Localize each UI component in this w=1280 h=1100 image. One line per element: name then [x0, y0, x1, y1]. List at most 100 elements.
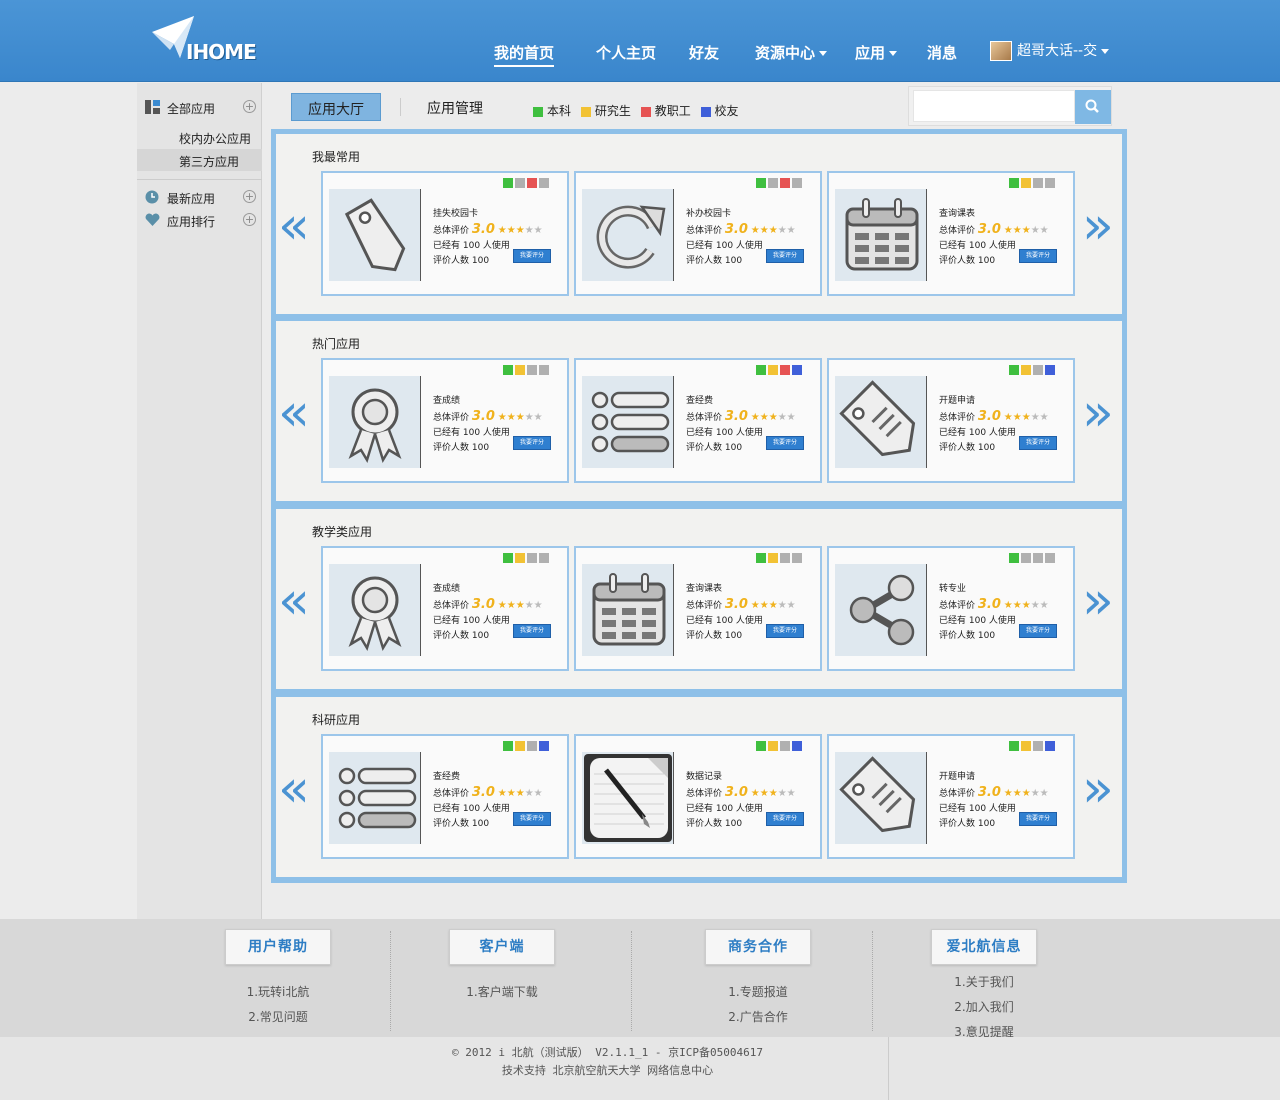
star-rating-icon: ★★★★★: [497, 412, 543, 423]
next-arrow-icon[interactable]: »: [1082, 387, 1114, 439]
app-card[interactable]: 查询课表 总体评价 3.0 ★★★★★ 已经有 100 人使用 评价人数 100 我要评…: [574, 546, 822, 671]
rating-label: 总体评价: [939, 226, 976, 236]
nav-apps-label: 应用: [855, 44, 886, 62]
audience-dot: [1021, 741, 1031, 751]
sidebar-item-third-party[interactable]: 第三方应用: [137, 149, 262, 171]
app-name: 补办校园卡: [686, 209, 732, 219]
prev-arrow-icon[interactable]: «: [278, 387, 310, 439]
audience-dot: [515, 365, 525, 375]
rating-row: 总体评价 3.0 ★★★★★: [939, 597, 1069, 614]
star-rating-icon: ★★★★★: [1003, 788, 1049, 799]
next-arrow-icon[interactable]: »: [1082, 763, 1114, 815]
audience-dot: [539, 553, 549, 563]
app-card[interactable]: 查经费 总体评价 3.0 ★★★★★ 已经有 100 人使用 评价人数 100 我要评分: [574, 358, 822, 483]
sidebar-item-campus-office[interactable]: 校内办公应用: [137, 126, 262, 148]
sidebar-item-label: 最新应用: [167, 192, 216, 206]
app-card[interactable]: 查询课表 总体评价 3.0 ★★★★★ 已经有 100 人使用 评价人数 100 我要评…: [827, 171, 1075, 296]
app-card[interactable]: 开题申请 总体评价 3.0 ★★★★★ 已经有 100 人使用 评价人数 100 我要评…: [827, 734, 1075, 859]
nav-home[interactable]: 我的首页: [494, 42, 555, 67]
rate-button[interactable]: 我要评分: [513, 812, 551, 826]
app-card[interactable]: 查成绩 总体评价 3.0 ★★★★★ 已经有 100 人使用 评价人数 100 我要评分: [321, 546, 569, 671]
rating-label: 总体评价: [433, 226, 470, 236]
audience-dot: [780, 741, 790, 751]
sidebar-item-all-apps[interactable]: 全部应用 +: [137, 96, 262, 118]
app-name: 查询课表: [939, 209, 976, 219]
app-card[interactable]: 查成绩 总体评价 3.0 ★★★★★ 已经有 100 人使用 评价人数 100 我要评分: [321, 358, 569, 483]
rate-button[interactable]: 我要评分: [1019, 812, 1057, 826]
next-arrow-icon[interactable]: »: [1082, 200, 1114, 252]
expand-icon[interactable]: +: [243, 100, 256, 113]
rate-button[interactable]: 我要评分: [513, 624, 551, 638]
rate-button[interactable]: 我要评分: [513, 436, 551, 450]
footer-link[interactable]: 1.关于我们: [894, 973, 1074, 990]
nav-messages[interactable]: 消息: [927, 42, 957, 63]
prev-arrow-icon[interactable]: «: [278, 200, 310, 252]
rating-row: 总体评价 3.0 ★★★★★: [686, 409, 816, 426]
nav-friends[interactable]: 好友: [689, 42, 719, 63]
audience-dot: [1021, 178, 1031, 188]
divider: [926, 564, 927, 656]
tab-app-hall[interactable]: 应用大厅: [291, 93, 381, 121]
sidebar-item-latest[interactable]: 最新应用 +: [137, 186, 262, 208]
footer-link[interactable]: 2.常见问题: [188, 1008, 368, 1025]
app-card[interactable]: 转专业 总体评价 3.0 ★★★★★ 已经有 100 人使用 评价人数 100 我要评分: [827, 546, 1075, 671]
audience-dots: [1007, 740, 1055, 751]
section-title: 热门应用: [312, 337, 361, 351]
rate-button[interactable]: 我要评分: [1019, 249, 1057, 263]
divider: [673, 189, 674, 281]
divider: [631, 931, 632, 1031]
rating-label: 总体评价: [686, 601, 723, 611]
rating-score: 3.0: [977, 409, 1001, 424]
next-arrow-icon[interactable]: »: [1082, 575, 1114, 627]
footer-link[interactable]: 1.玩转i北航: [188, 983, 368, 1000]
app-card[interactable]: 查经费 总体评价 3.0 ★★★★★ 已经有 100 人使用 评价人数 100 我要评分: [321, 734, 569, 859]
support-text: 技术支持 北京航空航天大学 网络信息中心: [501, 1064, 714, 1077]
rating-label: 总体评价: [939, 601, 976, 611]
rate-button[interactable]: 我要评分: [766, 436, 804, 450]
expand-icon[interactable]: +: [243, 213, 256, 226]
app-card[interactable]: 补办校园卡 总体评价 3.0 ★★★★★ 已经有 100 人使用 评价人数 100 我要…: [574, 171, 822, 296]
app-section: 科研应用 «» 查经费 总体评价 3.0 ★★★★★ 已经有 100 人使用 评价人数 1…: [276, 697, 1122, 877]
rating-score: 3.0: [471, 597, 495, 612]
app-card[interactable]: 开题申请 总体评价 3.0 ★★★★★ 已经有 100 人使用 评价人数 100 我要评…: [827, 358, 1075, 483]
footer-links: 1.客户端下载: [412, 983, 592, 1000]
sidebar-item-ranking[interactable]: 应用排行 +: [137, 209, 262, 231]
nav-resources[interactable]: 资源中心: [755, 42, 828, 63]
footer-link[interactable]: 1.客户端下载: [412, 983, 592, 1000]
footer-links: 1.玩转i北航 2.常见问题: [188, 983, 368, 1025]
star-rating-icon: ★★★★★: [750, 225, 796, 236]
search-input[interactable]: [913, 90, 1075, 122]
rate-button[interactable]: 我要评分: [1019, 436, 1057, 450]
rating-label: 总体评价: [939, 789, 976, 799]
footer-link[interactable]: 2.加入我们: [894, 998, 1074, 1015]
app-section: 热门应用 « » 查成绩 总体评价 3.0 ★★★★★ 已经有 100 人使用 评价人数 1…: [276, 321, 1122, 501]
prev-arrow-icon[interactable]: «: [278, 763, 310, 815]
rate-button[interactable]: 我要评分: [766, 249, 804, 263]
footer-link[interactable]: 1.专题报道: [668, 983, 848, 1000]
legend-swatch: [700, 106, 711, 117]
app-card[interactable]: 数据记录 总体评价 3.0 ★★★★★ 已经有 100 人使用 评价人数 100 我要评…: [574, 734, 822, 859]
prev-arrow-icon[interactable]: «: [278, 575, 310, 627]
app-thumbnail: [582, 376, 674, 468]
nav-apps[interactable]: 应用: [855, 42, 898, 63]
divider: [420, 752, 421, 844]
search-button[interactable]: [1075, 90, 1111, 124]
copyright: © 2012 i 北航（测试版） V2.1.1_1 - 京ICP备0500461…: [0, 1044, 1215, 1080]
nav-profile[interactable]: 个人主页: [596, 42, 656, 63]
audience-dot: [1033, 553, 1043, 563]
rate-button[interactable]: 我要评分: [1019, 624, 1057, 638]
footer-link[interactable]: 2.广告合作: [668, 1008, 848, 1025]
expand-icon[interactable]: +: [243, 190, 256, 203]
rate-button[interactable]: 我要评分: [766, 812, 804, 826]
rate-button[interactable]: 我要评分: [513, 249, 551, 263]
tab-app-manage[interactable]: 应用管理: [411, 93, 499, 121]
audience-dots: [754, 177, 802, 188]
user-menu[interactable]: 超哥大话--交: [990, 40, 1110, 61]
grid-icon: [145, 100, 160, 114]
rate-button[interactable]: 我要评分: [766, 624, 804, 638]
divider: [673, 564, 674, 656]
app-thumbnail: [329, 189, 421, 281]
calendar-icon: [845, 198, 919, 271]
app-card[interactable]: 挂失校园卡 总体评价 3.0 ★★★★★ 已经有 100 人使用 评价人数 100 我要…: [321, 171, 569, 296]
rating-score: 3.0: [724, 785, 748, 800]
